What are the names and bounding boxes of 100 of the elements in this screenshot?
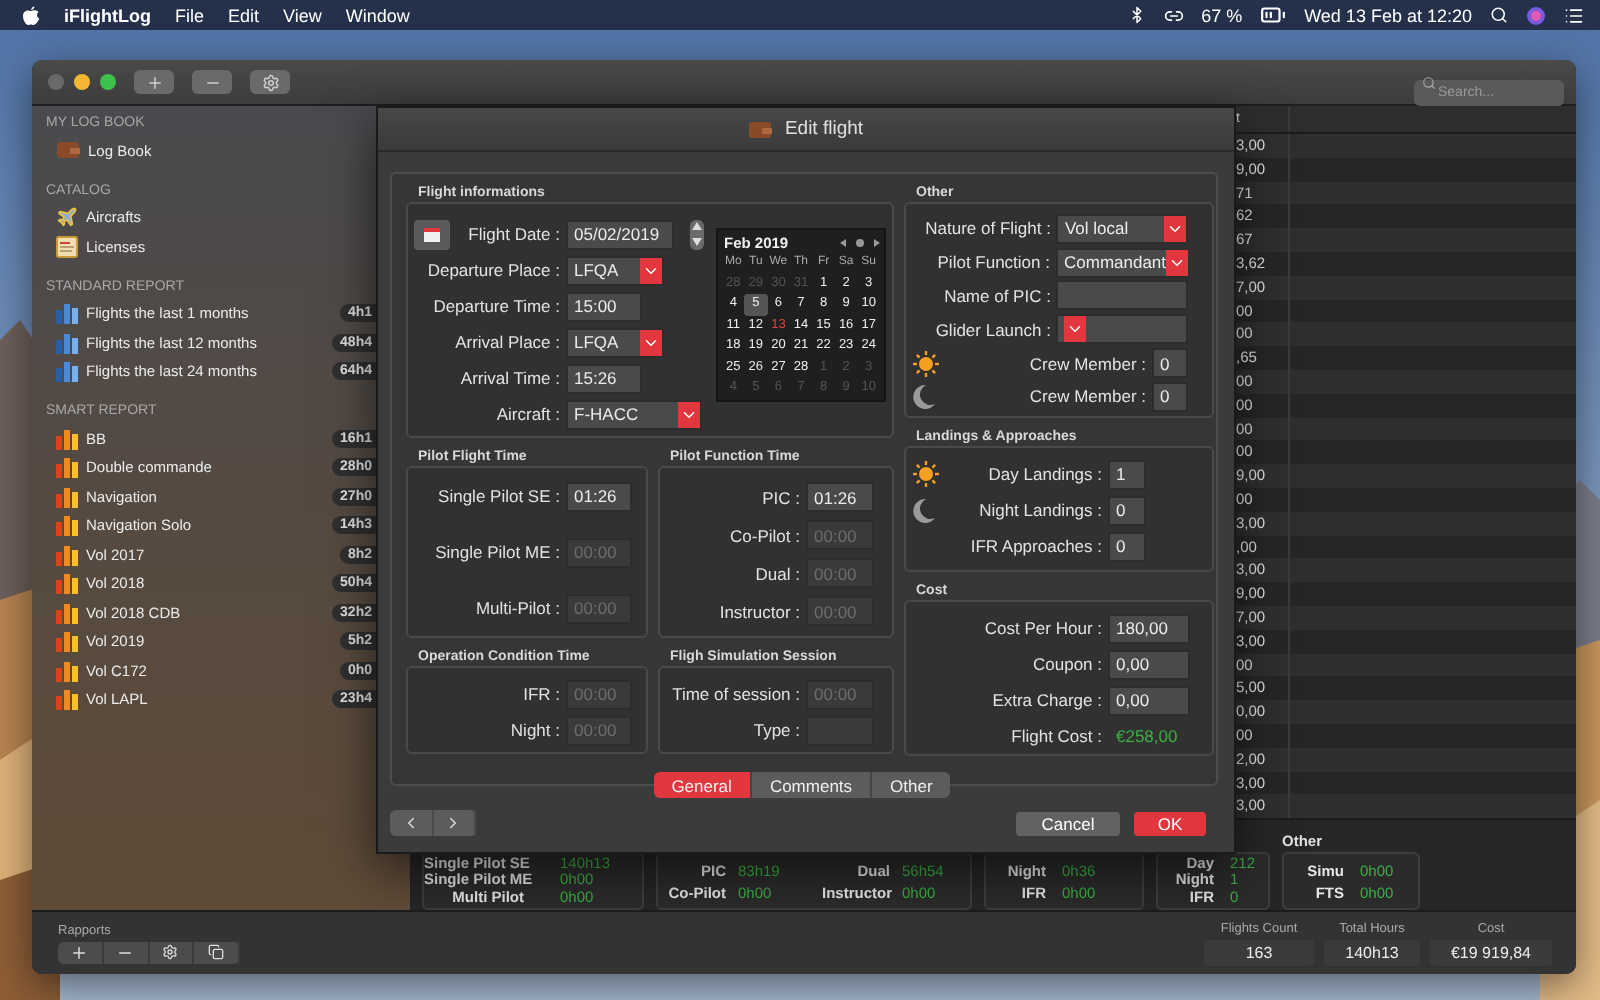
- dropdown[interactable]: F-HACC: [566, 399, 702, 429]
- calendar-icon: [424, 227, 440, 241]
- remove-button[interactable]: [192, 70, 232, 94]
- moon-icon: [912, 497, 936, 523]
- time-field[interactable]: 01:26: [566, 481, 632, 511]
- field-label: Type :: [753, 720, 800, 740]
- field-label: Night :: [510, 720, 560, 740]
- field-label: Name of PIC :: [944, 285, 1051, 306]
- settings-icon: [162, 944, 179, 960]
- time-field[interactable]: 01:26: [806, 482, 874, 512]
- wallet-icon: [56, 140, 80, 161]
- copy-icon: [208, 944, 225, 960]
- menu-item[interactable]: View: [283, 5, 322, 25]
- add-button[interactable]: [134, 70, 174, 94]
- cancel-button[interactable]: Cancel: [1016, 811, 1120, 835]
- tab[interactable]: Other: [872, 772, 951, 798]
- field-label: Instructor :: [719, 601, 800, 621]
- menu-item[interactable]: Window: [345, 5, 410, 25]
- field-label: Flight Cost :: [1011, 726, 1102, 746]
- field-label: Crew Member :: [1029, 353, 1146, 374]
- field-label: Arrival Time :: [460, 368, 560, 388]
- number-field[interactable]: 0: [1152, 381, 1188, 412]
- number-field[interactable]: 180,00: [1108, 613, 1190, 643]
- minimize-button[interactable]: [74, 74, 90, 90]
- bar-chart-icon: [56, 485, 78, 508]
- text-field[interactable]: [1056, 280, 1188, 311]
- dropdown[interactable]: Commandant: [1056, 247, 1188, 278]
- field-label: Single Pilot SE :: [438, 486, 560, 506]
- apple-logo-icon[interactable]: [22, 5, 40, 25]
- number-field[interactable]: 0,00: [1108, 649, 1190, 679]
- app-menu[interactable]: iFlightLog: [64, 5, 151, 25]
- time-field[interactable]: 15:26: [566, 363, 642, 393]
- certificate-icon: [56, 235, 78, 258]
- moon-icon: [912, 383, 936, 410]
- plane-icon: [56, 206, 78, 229]
- field-label: Flight Date :: [468, 224, 560, 244]
- field-label: Dual :: [755, 563, 800, 583]
- field-label: Departure Place :: [427, 260, 560, 280]
- number-field[interactable]: 0,00: [1108, 685, 1190, 715]
- dialog-title: Edit flight: [784, 118, 864, 140]
- number-field[interactable]: 0: [1152, 348, 1188, 379]
- field-label: PIC :: [762, 487, 800, 507]
- link-icon[interactable]: [1163, 5, 1184, 25]
- dropdown[interactable]: [1056, 314, 1188, 345]
- menu-item[interactable]: File: [174, 5, 204, 25]
- field-label: Multi-Pilot :: [475, 598, 560, 618]
- number-field[interactable]: 0: [1108, 495, 1146, 525]
- caret-icon: [1164, 215, 1186, 242]
- settings-button[interactable]: [250, 70, 290, 94]
- caret-icon: [640, 329, 662, 355]
- calendar-button[interactable]: [414, 219, 450, 249]
- field-label: Day Landings :: [988, 464, 1102, 484]
- sun-icon: [912, 349, 940, 378]
- caret-icon: [640, 257, 662, 283]
- search-icon[interactable]: [1490, 6, 1508, 24]
- plus-icon: [145, 73, 163, 91]
- plus-icon: [70, 943, 89, 961]
- tab[interactable]: General: [653, 772, 752, 798]
- field-label: IFR Approaches :: [970, 536, 1102, 556]
- tab[interactable]: Comments: [751, 772, 873, 798]
- battery-icon[interactable]: [1260, 2, 1287, 28]
- bar-chart-icon: [56, 572, 78, 595]
- field-label: Departure Time :: [433, 296, 560, 316]
- field-label: Crew Member :: [1029, 386, 1146, 407]
- dropdown[interactable]: Vol local: [1056, 213, 1188, 244]
- bar-chart-icon: [56, 601, 78, 624]
- field-label: Arrival Place :: [455, 332, 560, 352]
- field-label: Time of session :: [672, 684, 800, 704]
- time-field[interactable]: 15:00: [566, 291, 642, 321]
- battery-percent: 67 %: [1201, 5, 1243, 25]
- bluetooth-icon[interactable]: [1127, 6, 1146, 24]
- dropdown[interactable]: LFQA: [566, 327, 664, 357]
- bar-chart-icon: [56, 688, 78, 711]
- dropdown[interactable]: LFQA: [566, 255, 664, 285]
- field-label: Co-Pilot :: [730, 525, 800, 545]
- date-field[interactable]: 05/02/2019: [566, 219, 674, 249]
- cost-total: €258,00: [1114, 724, 1180, 750]
- field-label: Single Pilot ME :: [435, 542, 560, 562]
- orb-icon[interactable]: [1526, 5, 1546, 25]
- bar-chart-icon: [56, 331, 78, 354]
- number-field[interactable]: 1: [1108, 459, 1146, 489]
- number-field[interactable]: 0: [1108, 531, 1146, 561]
- field-label: Cost Per Hour :: [984, 618, 1102, 638]
- bar-chart-icon: [56, 543, 78, 566]
- calendar-nav-icon[interactable]: [840, 238, 880, 248]
- field-label: Night Landings :: [979, 500, 1102, 520]
- stat-value: 163: [1204, 939, 1314, 965]
- menu-item[interactable]: Edit: [228, 5, 260, 25]
- list-icon[interactable]: [1564, 5, 1584, 25]
- sun-icon: [912, 460, 940, 488]
- stepper-icon[interactable]: [690, 219, 704, 249]
- caret-icon: [678, 401, 700, 427]
- field-label: Extra Charge :: [992, 690, 1102, 710]
- zoom-button[interactable]: [100, 74, 116, 90]
- stat-value: €19 919,84: [1430, 939, 1552, 965]
- bar-chart-icon: [56, 514, 78, 537]
- ok-button[interactable]: OK: [1134, 811, 1206, 835]
- bar-chart-icon: [56, 659, 78, 682]
- menu-clock[interactable]: Wed 13 Feb at 12:20: [1304, 5, 1472, 25]
- field-label: Pilot Function :: [937, 252, 1050, 273]
